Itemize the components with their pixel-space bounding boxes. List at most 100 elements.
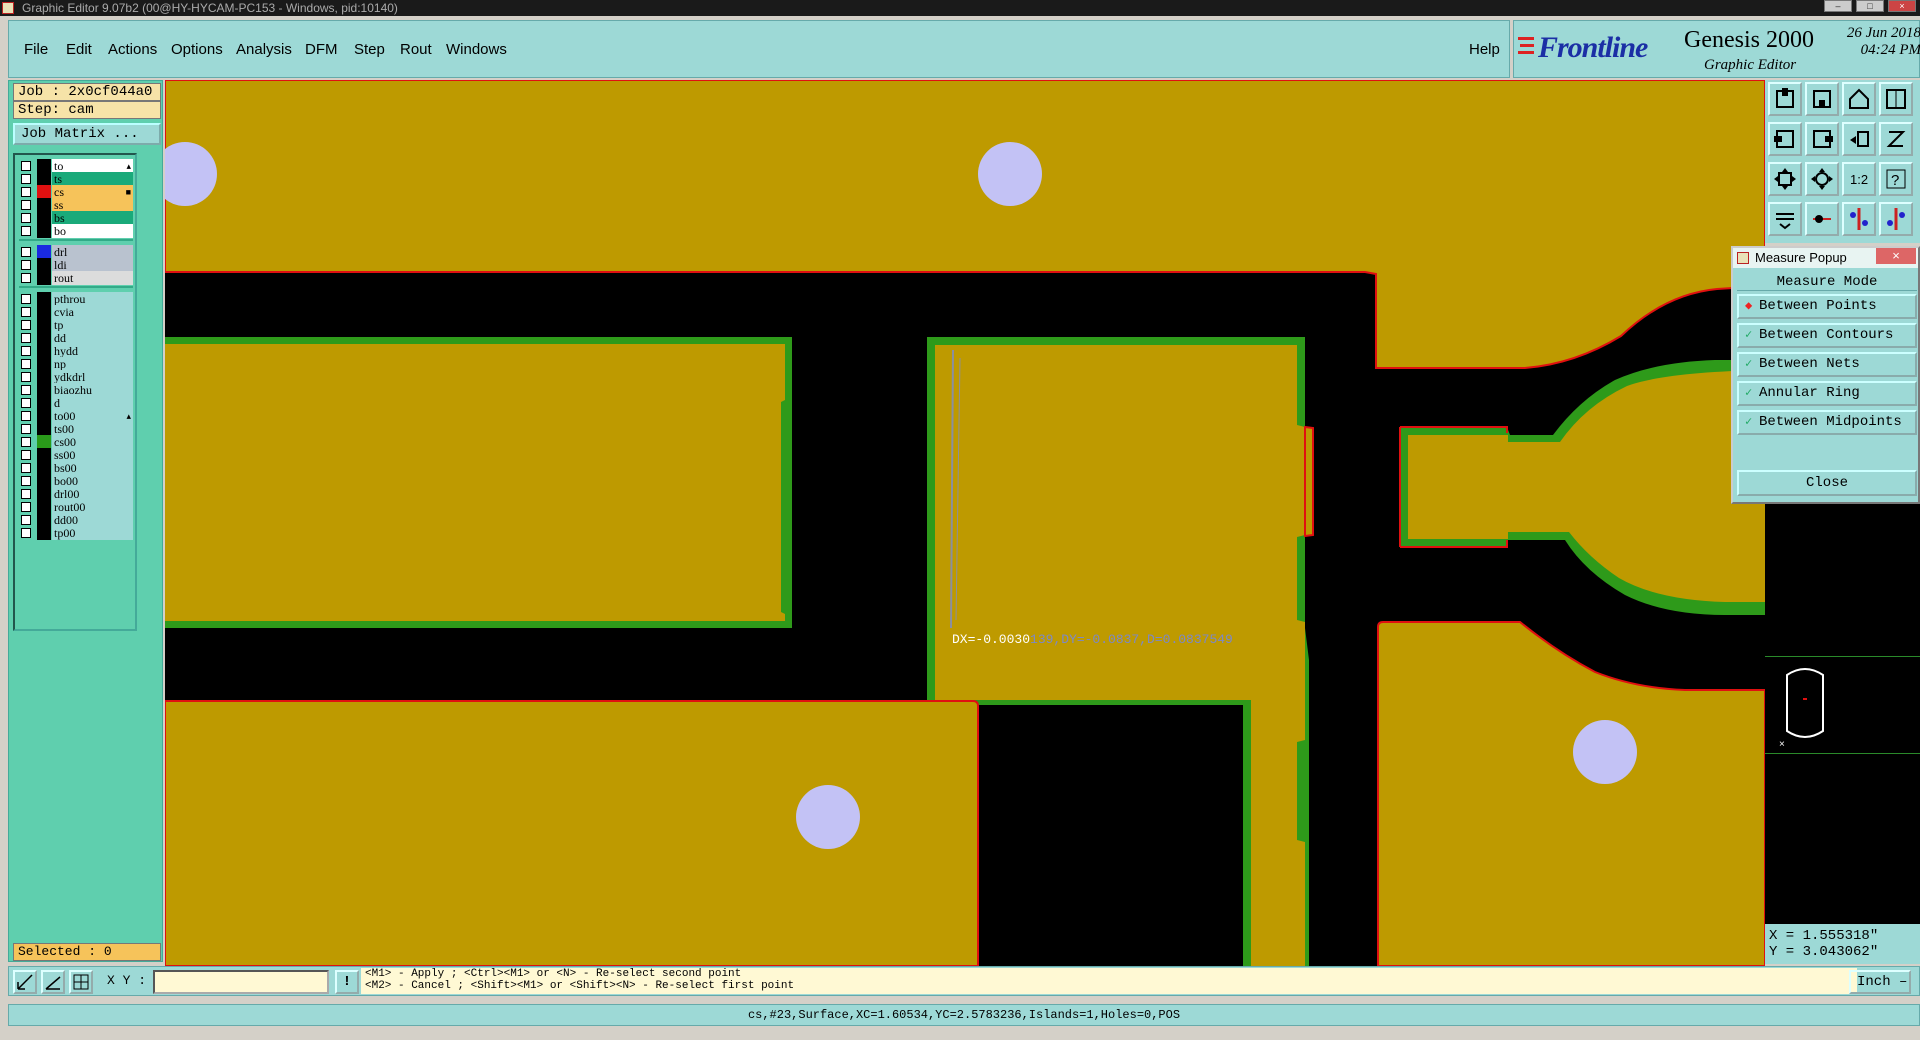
layer-row-bo[interactable]: bo (19, 224, 133, 238)
grid-mode-icon[interactable] (69, 970, 93, 994)
layer-name[interactable]: bo (52, 224, 133, 238)
layer-name[interactable]: ss00 (52, 448, 133, 462)
layer-row-d[interactable]: d (19, 396, 133, 410)
menu-edit[interactable]: Edit (66, 41, 92, 58)
layer-row-biaozhu[interactable]: biaozhu (19, 383, 133, 397)
job-matrix-button[interactable]: Job Matrix ... (13, 123, 161, 145)
menu-actions[interactable]: Actions (108, 41, 157, 58)
layer-color-swatch[interactable] (37, 500, 51, 514)
measure-tool-icon[interactable] (1805, 202, 1839, 236)
layer-color-swatch[interactable] (37, 461, 51, 475)
popup-title-bar[interactable]: Measure Popup × (1733, 248, 1918, 268)
layer-checkbox[interactable] (21, 174, 31, 184)
menu-rout[interactable]: Rout (400, 41, 432, 58)
layer-name[interactable]: to (52, 159, 133, 173)
layer-color-swatch[interactable] (37, 258, 51, 272)
option-between-nets[interactable]: ✓ Between Nets (1737, 352, 1917, 377)
layer-checkbox[interactable] (21, 260, 31, 270)
layer-name[interactable]: tp00 (52, 526, 133, 540)
layer-checkbox[interactable] (21, 273, 31, 283)
layer-checkbox[interactable] (21, 213, 31, 223)
layer-checkbox[interactable] (21, 200, 31, 210)
layer-row-dd[interactable]: dd (19, 331, 133, 345)
layer-name[interactable]: ts00 (52, 422, 133, 436)
layer-row-hydd[interactable]: hydd (19, 344, 133, 358)
layer-row-ts00[interactable]: ts00 (19, 422, 133, 436)
layer-name[interactable]: to00 (52, 409, 133, 423)
maximize-button[interactable]: □ (1856, 0, 1884, 12)
layer-name[interactable]: dd00 (52, 513, 133, 527)
layer-color-swatch[interactable] (37, 245, 51, 259)
layer-row-drl[interactable]: drl (19, 245, 133, 259)
layer-name[interactable]: pthrou (52, 292, 133, 306)
layer-name[interactable]: tp (52, 318, 133, 332)
layer-checkbox[interactable] (21, 398, 31, 408)
option-annular-ring[interactable]: ✓ Annular Ring (1737, 381, 1917, 406)
layer-color-swatch[interactable] (37, 305, 51, 319)
layer-color-swatch[interactable] (37, 211, 51, 225)
layer-row-pthrou[interactable]: pthrou (19, 292, 133, 306)
zoom-home-icon[interactable] (1768, 82, 1802, 116)
layer-checkbox[interactable] (21, 161, 31, 171)
split-view-icon[interactable] (1879, 82, 1913, 116)
layer-color-swatch[interactable] (37, 487, 51, 501)
layer-row-ss[interactable]: ss (19, 198, 133, 212)
layer-row-ydkdrl[interactable]: ydkdrl (19, 370, 133, 384)
layer-row-drl00[interactable]: drl00 (19, 487, 133, 501)
layer-color-swatch[interactable] (37, 448, 51, 462)
layer-checkbox[interactable] (21, 463, 31, 473)
xy-input[interactable] (153, 970, 329, 994)
zoom-fit-icon[interactable] (1768, 162, 1802, 196)
layer-name[interactable]: ss (52, 198, 133, 212)
layer-row-bo00[interactable]: bo00 (19, 474, 133, 488)
minimize-button[interactable]: – (1824, 0, 1852, 12)
scale-ratio-button[interactable]: 1:2 (1842, 162, 1876, 196)
layer-color-swatch[interactable] (37, 383, 51, 397)
layer-name[interactable]: drl00 (52, 487, 133, 501)
option-between-points[interactable]: ◆ Between Points (1737, 294, 1917, 319)
layer-row-np[interactable]: np (19, 357, 133, 371)
menu-options[interactable]: Options (171, 41, 223, 58)
layer-name[interactable]: cs (52, 185, 133, 199)
layer-name[interactable]: drl (52, 245, 133, 259)
layer-color-swatch[interactable] (37, 474, 51, 488)
layer-color-swatch[interactable] (37, 271, 51, 285)
layer-name[interactable]: d (52, 396, 133, 410)
layer-checkbox[interactable] (21, 226, 31, 236)
layer-row-bs[interactable]: bs (19, 211, 133, 225)
menu-help[interactable]: Help (1469, 41, 1500, 58)
layer-color-swatch[interactable] (37, 292, 51, 306)
menu-analysis[interactable]: Analysis (236, 41, 292, 58)
pan-right-icon[interactable] (1805, 122, 1839, 156)
layer-name[interactable]: bs (52, 211, 133, 225)
layer-checkbox[interactable] (21, 437, 31, 447)
layer-color-swatch[interactable] (37, 224, 51, 238)
layer-name[interactable]: ldi (52, 258, 133, 272)
layer-checkbox[interactable] (21, 515, 31, 525)
layer-row-rout[interactable]: rout (19, 271, 133, 285)
layer-color-swatch[interactable] (37, 513, 51, 527)
layer-name[interactable]: dd (52, 331, 133, 345)
menu-windows[interactable]: Windows (446, 41, 507, 58)
layer-color-swatch[interactable] (37, 198, 51, 212)
layer-row-ldi[interactable]: ldi (19, 258, 133, 272)
close-button[interactable]: Close (1737, 470, 1917, 496)
layer-color-swatch[interactable] (37, 396, 51, 410)
layer-checkbox[interactable] (21, 450, 31, 460)
layer-name[interactable]: cvia (52, 305, 133, 319)
layer-color-swatch[interactable] (37, 331, 51, 345)
layer-color-swatch[interactable] (37, 159, 51, 173)
units-dropdown[interactable]: Inch – (1849, 970, 1911, 994)
layer-checkbox[interactable] (21, 320, 31, 330)
layer-name[interactable]: biaozhu (52, 383, 133, 397)
net-tool-2-icon[interactable] (1879, 202, 1913, 236)
layer-checkbox[interactable] (21, 476, 31, 486)
menu-dfm[interactable]: DFM (305, 41, 338, 58)
layer-row-to[interactable]: to ▴ (19, 159, 133, 173)
layer-color-swatch[interactable] (37, 370, 51, 384)
zoom-center-icon[interactable] (1805, 162, 1839, 196)
mirror-icon[interactable] (1879, 122, 1913, 156)
layer-name[interactable]: rout (52, 271, 133, 285)
layer-name[interactable]: hydd (52, 344, 133, 358)
popup-close-icon[interactable]: × (1876, 248, 1916, 264)
